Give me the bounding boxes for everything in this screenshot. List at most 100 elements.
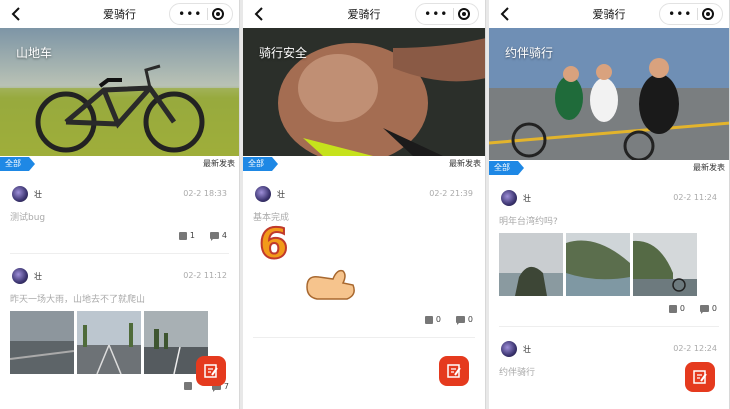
post-header: 壮 02-2 18:33 — [10, 184, 229, 204]
road-photo[interactable] — [10, 311, 74, 374]
all-tag[interactable]: 全部 — [0, 157, 35, 171]
post-header: 壮 02-2 21:39 — [253, 184, 475, 204]
photo-grid — [499, 233, 719, 296]
post-header: 壮 02-2 12:24 — [499, 339, 719, 359]
username: 壮 — [34, 272, 42, 281]
new-post-button[interactable] — [439, 356, 469, 386]
comment-icon — [455, 316, 465, 325]
all-tag[interactable]: 全部 — [243, 157, 278, 171]
new-post-button[interactable] — [196, 356, 226, 386]
emoji-area: 6 — [253, 218, 475, 307]
thumbs-up-emoji-icon — [306, 269, 355, 300]
post-actions: 7 — [10, 382, 229, 398]
like-count: 0 — [679, 304, 685, 313]
screen-group-ride: 爱骑行 ••• 约伴骑行 全部 最新发表 壮 02-2 11:24 明年台湾约吗… — [489, 0, 730, 409]
screen-mountain-bike: 爱骑行 ••• 山地车 全部 最新发表 壮 02-2 18:33 测试bug 1… — [0, 0, 240, 409]
post-card[interactable]: 壮 02-2 11:24 明年台湾约吗? 0 0 — [489, 188, 729, 327]
thumb-up-icon — [178, 231, 187, 240]
mini-program-capsule: ••• — [659, 3, 723, 25]
like-count: 1 — [189, 231, 195, 240]
thumb-up-icon — [424, 315, 433, 324]
like-button[interactable]: 1 — [178, 231, 195, 240]
like-count: 0 — [435, 315, 441, 324]
divider — [253, 337, 475, 338]
divider — [10, 253, 229, 254]
coast-photo[interactable] — [633, 233, 697, 296]
coast-photo[interactable] — [566, 233, 630, 296]
username: 壮 — [523, 345, 531, 354]
post-card[interactable]: 壮 02-2 18:33 测试bug 1 4 — [0, 184, 239, 254]
all-tag[interactable]: 全部 — [489, 161, 524, 175]
screens: 爱骑行 ••• 山地车 全部 最新发表 壮 02-2 18:33 测试bug 1… — [0, 0, 730, 409]
username: 壮 — [523, 194, 531, 203]
post-actions: 1 4 — [10, 231, 229, 247]
more-dots-icon[interactable]: ••• — [668, 8, 692, 20]
post-header: 壮 02-2 11:24 — [499, 188, 719, 208]
sort-latest[interactable]: 最新发表 — [449, 158, 481, 169]
coast-photo[interactable] — [499, 233, 563, 296]
like-button[interactable] — [184, 382, 195, 390]
emoji-number-six: 6 — [258, 218, 289, 269]
banner-image: 山地车 — [0, 28, 239, 156]
post-header: 壮 02-2 11:12 — [10, 266, 229, 286]
edit-icon — [447, 364, 461, 378]
post-time: 02-2 18:33 — [183, 189, 227, 198]
new-post-button[interactable] — [685, 362, 715, 392]
target-icon[interactable] — [211, 8, 224, 20]
post-time: 02-2 12:24 — [673, 344, 717, 353]
navbar: 爱骑行 ••• — [0, 0, 239, 28]
banner-image: 约伴骑行 — [489, 28, 729, 160]
sort-latest[interactable]: 最新发表 — [693, 162, 725, 173]
comment-button[interactable]: 0 — [699, 304, 717, 314]
comment-button[interactable]: 0 — [455, 315, 473, 325]
banner-image: 骑行安全 — [243, 28, 485, 156]
comment-count: 0 — [467, 315, 473, 324]
screen-riding-safety: 爱骑行 ••• 骑行安全 全部 最新发表 壮 02-2 21:39 基本完成 6… — [243, 0, 486, 409]
edit-icon — [693, 370, 707, 384]
thumb-up-icon — [184, 382, 192, 390]
avatar — [501, 341, 517, 357]
post-actions: 0 0 — [499, 304, 719, 320]
road-photo[interactable] — [77, 311, 141, 374]
comment-count: 4 — [221, 231, 227, 240]
comment-button[interactable]: 4 — [209, 231, 227, 241]
target-icon[interactable] — [701, 8, 714, 20]
post-text: 昨天一场大雨，山地去不了就爬山 — [10, 295, 146, 305]
divider — [499, 326, 719, 327]
more-dots-icon[interactable]: ••• — [178, 8, 202, 20]
more-dots-icon[interactable]: ••• — [424, 8, 448, 20]
banner-label: 山地车 — [16, 46, 53, 60]
edit-icon — [204, 364, 218, 378]
mini-program-capsule: ••• — [415, 3, 479, 25]
post-actions: 0 0 — [253, 315, 475, 331]
capsule-divider — [452, 8, 454, 20]
capsule-divider — [206, 8, 208, 20]
navbar: 爱骑行 ••• — [489, 0, 729, 28]
filter-row: 全部 最新发表 — [243, 156, 485, 172]
post-card[interactable]: 壮 02-2 21:39 基本完成 6 0 0 — [243, 184, 485, 338]
avatar — [501, 190, 517, 206]
post-time: 02-2 21:39 — [429, 189, 473, 198]
avatar — [12, 268, 28, 284]
like-button[interactable]: 0 — [424, 315, 441, 324]
mini-program-capsule: ••• — [169, 3, 233, 25]
banner-label: 约伴骑行 — [505, 46, 554, 60]
target-icon[interactable] — [457, 8, 470, 20]
sort-latest[interactable]: 最新发表 — [203, 158, 235, 169]
filter-row: 全部 最新发表 — [489, 160, 729, 176]
filter-row: 全部 最新发表 — [0, 156, 239, 172]
post-text: 明年台湾约吗? — [499, 217, 558, 227]
post-text: 测试bug — [10, 213, 46, 223]
username: 壮 — [277, 190, 285, 199]
avatar — [12, 186, 28, 202]
avatar — [255, 186, 271, 202]
comment-count: 0 — [711, 304, 717, 313]
post-time: 02-2 11:12 — [183, 271, 227, 280]
username: 壮 — [34, 190, 42, 199]
like-button[interactable]: 0 — [668, 304, 685, 313]
capsule-divider — [696, 8, 698, 20]
navbar: 爱骑行 ••• — [243, 0, 485, 28]
banner-label: 骑行安全 — [259, 46, 308, 60]
thumb-up-icon — [668, 304, 677, 313]
post-time: 02-2 11:24 — [673, 193, 717, 202]
